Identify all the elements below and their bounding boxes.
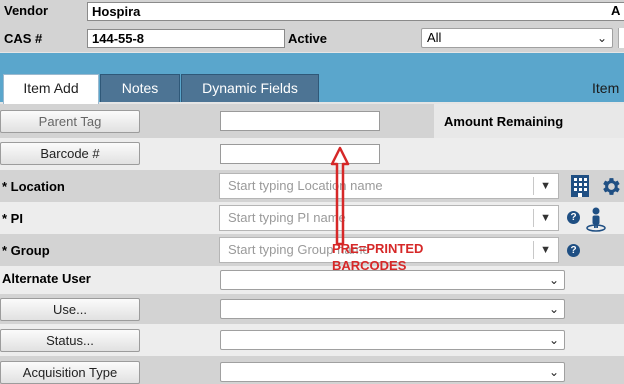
tab-notes[interactable]: Notes <box>100 74 180 102</box>
annotation-arrow-icon <box>329 146 351 249</box>
acquisition-type-button[interactable]: Acquisition Type <box>0 361 140 384</box>
dropdown-arrow-icon[interactable]: ▼ <box>540 238 551 262</box>
status-select[interactable]: ⌄ <box>220 330 565 350</box>
location-combobox[interactable]: Start typing Location name ▼ <box>219 173 559 199</box>
chevron-down-icon: ⌄ <box>548 365 559 379</box>
use-button[interactable]: Use... <box>0 298 140 321</box>
barcode-button[interactable]: Barcode # <box>0 142 140 165</box>
tab-dynamic-fields[interactable]: Dynamic Fields <box>181 74 319 102</box>
chevron-down-icon: ⌄ <box>548 333 559 347</box>
person-icon[interactable] <box>585 206 607 235</box>
help-icon[interactable]: ? <box>567 244 580 257</box>
cas-label: CAS # <box>4 31 43 46</box>
active-right-fragment <box>618 28 624 48</box>
chevron-down-icon: ⌄ <box>548 273 559 287</box>
annotation-text: PRE=PRINTED BARCODES <box>332 240 423 274</box>
building-icon[interactable] <box>570 174 590 201</box>
vendor-right-fragment: A <box>609 3 621 18</box>
pi-combobox[interactable]: Start typing PI name ▼ <box>219 205 559 231</box>
amount-remaining-label: Amount Remaining <box>444 114 564 129</box>
chevron-down-icon: ⌄ <box>596 31 607 45</box>
annotation-line-2: BARCODES <box>332 258 407 273</box>
gear-icon[interactable] <box>599 175 622 201</box>
combo-separator <box>533 209 534 227</box>
group-label: * Group <box>2 243 50 258</box>
vendor-label: Vendor <box>4 3 49 18</box>
acquisition-type-select[interactable]: ⌄ <box>220 362 565 382</box>
parent-tag-button[interactable]: Parent Tag <box>0 110 140 133</box>
active-select[interactable]: All ⌄ <box>421 28 613 48</box>
location-placeholder: Start typing Location name <box>228 178 383 193</box>
location-label: * Location <box>2 179 65 194</box>
annotation-line-1: PRE=PRINTED <box>332 241 424 256</box>
use-select[interactable]: ⌄ <box>220 299 565 319</box>
pi-label: * PI <box>2 211 23 226</box>
combo-separator <box>533 177 534 195</box>
tab-item-add[interactable]: Item Add <box>3 74 99 104</box>
active-label: Active <box>288 31 328 46</box>
dropdown-arrow-icon[interactable]: ▼ <box>540 206 551 230</box>
alternate-user-label: Alternate User <box>2 271 91 286</box>
parent-tag-input[interactable] <box>220 111 380 131</box>
combo-separator <box>533 241 534 259</box>
help-icon[interactable]: ? <box>567 211 580 224</box>
tabbar-item-label: Item <box>592 80 620 96</box>
barcode-input[interactable] <box>220 144 380 164</box>
active-select-value: All <box>427 30 442 45</box>
chevron-down-icon: ⌄ <box>548 302 559 316</box>
dropdown-arrow-icon[interactable]: ▼ <box>540 174 551 198</box>
status-button[interactable]: Status... <box>0 329 140 352</box>
cas-field[interactable]: 144-55-8 <box>87 29 285 48</box>
vendor-field[interactable]: Hospira <box>87 2 624 21</box>
